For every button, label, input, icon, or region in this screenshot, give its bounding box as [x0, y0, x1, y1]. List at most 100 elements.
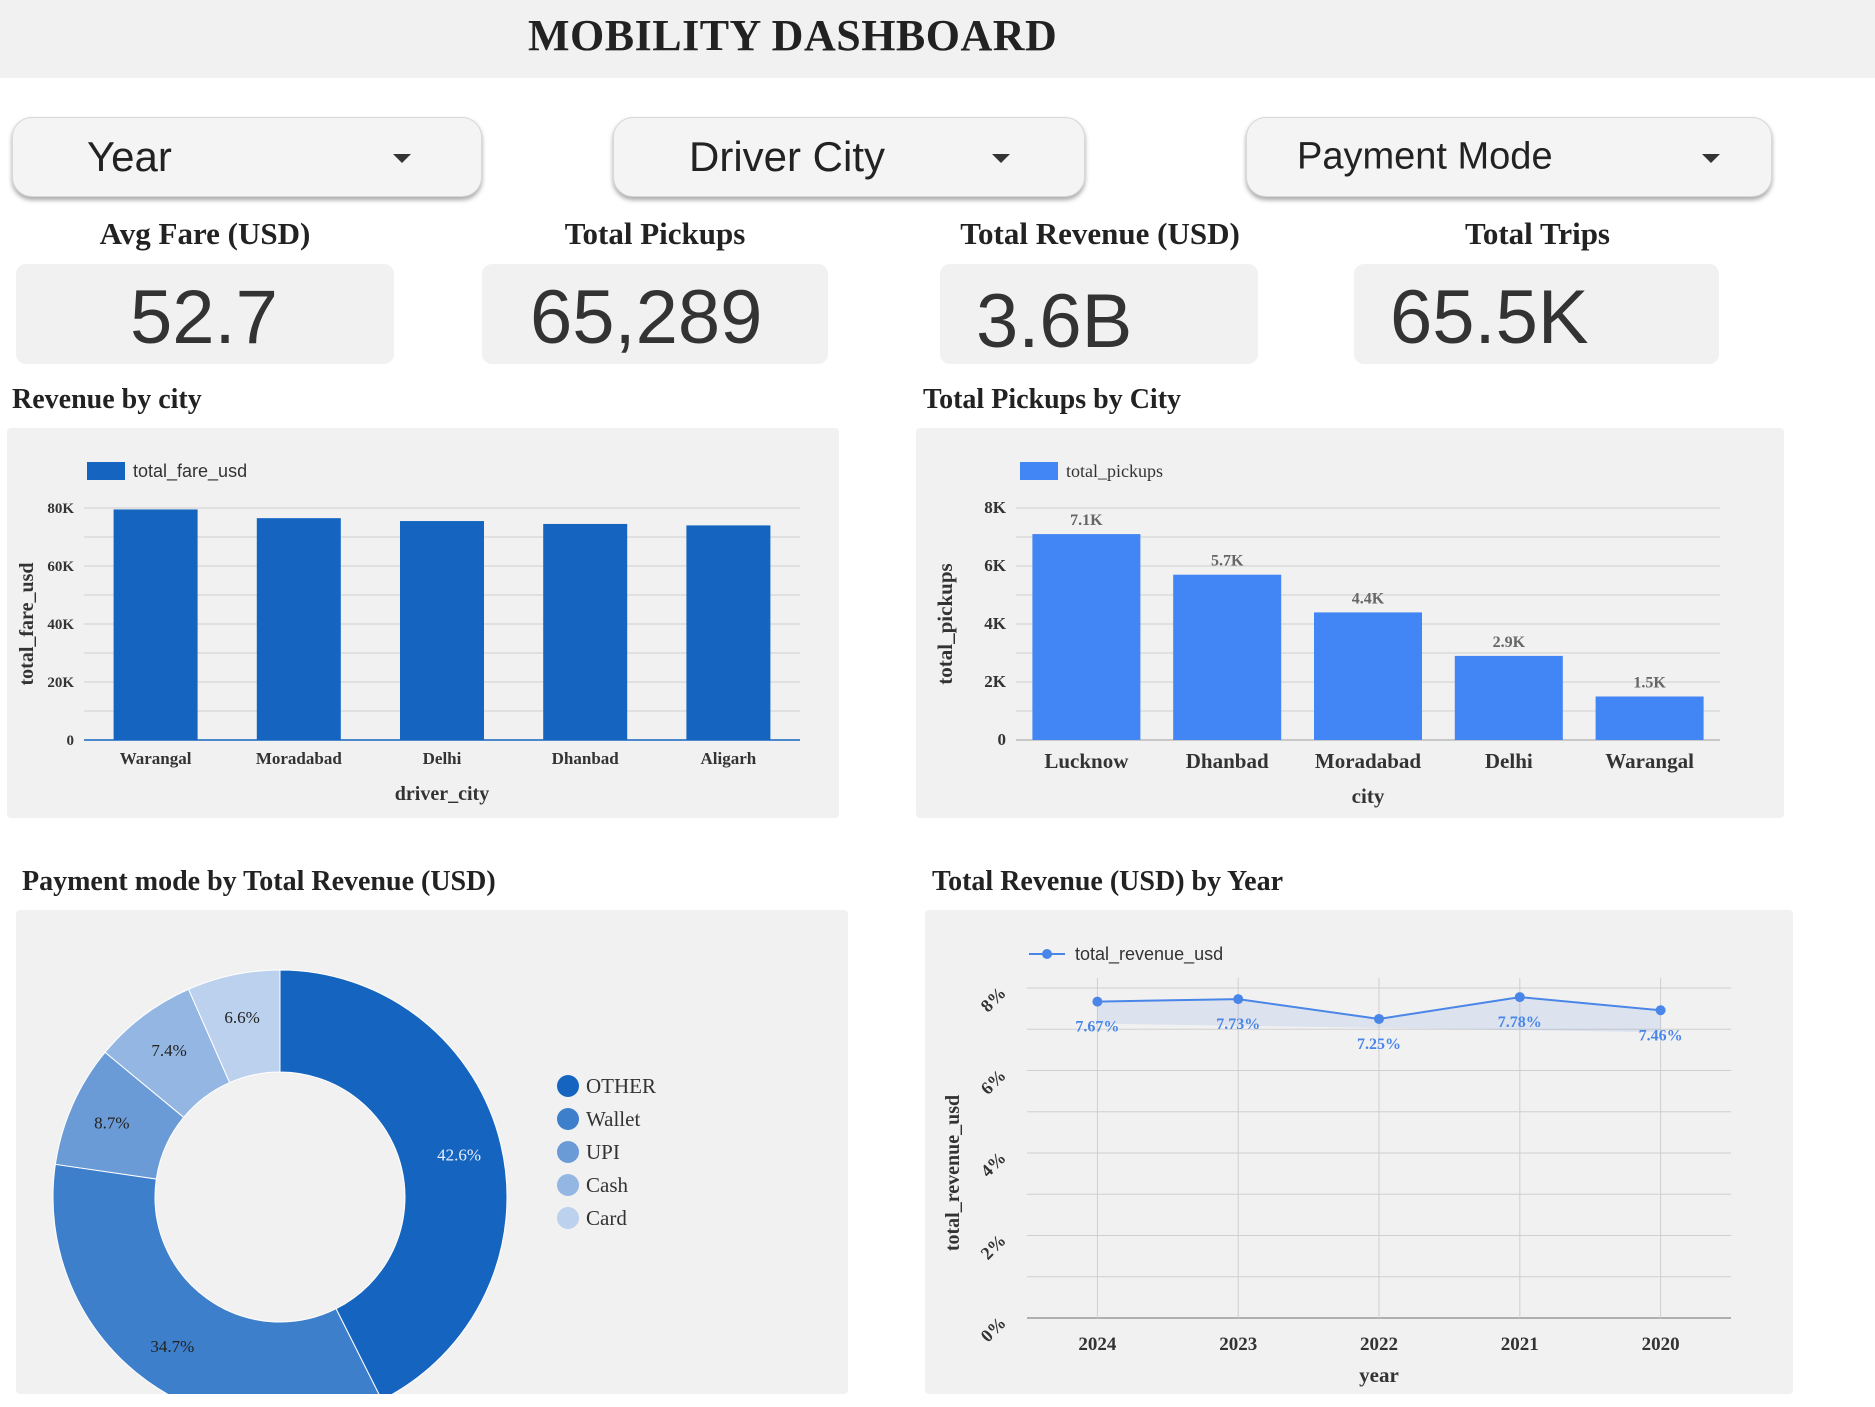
data-label: 1.5K: [1633, 675, 1666, 692]
legend-dot: [557, 1141, 579, 1163]
data-label: 5.7K: [1211, 553, 1244, 570]
bar-moradabad: [256, 518, 341, 740]
kpi-card-total-revenue: 3.6B: [940, 264, 1258, 364]
year-filter-dropdown[interactable]: Year: [12, 117, 482, 197]
x-tick-label: Warangal: [1605, 749, 1694, 773]
legend-dot: [557, 1108, 579, 1130]
payment-mode-svg: 42.6% 34.7% 8.7% 7.4% 6.6% OTHER Wallet UPI Cash…: [52, 969, 656, 1407]
slice-label: 42.6%: [437, 1146, 481, 1165]
legend-swatch: [1020, 462, 1058, 480]
line-point: [1655, 1005, 1666, 1016]
pickups-by-city-svg: 0 2K 4K 6K 8K Lucknow 7.1K Dhanbad 5.7K Moradabad…: [933, 461, 1720, 808]
x-tick-label: 2021: [1501, 1334, 1539, 1355]
bar-delhi: [1454, 655, 1563, 740]
legend-label: OTHER: [586, 1074, 656, 1098]
x-axis-title: year: [1359, 1363, 1399, 1387]
line-point: [1092, 996, 1103, 1007]
kpi-card-total-trips: 65.5K: [1354, 264, 1719, 364]
legend-label: Cash: [586, 1173, 629, 1197]
pickups-by-city-chart: 0 2K 4K 6K 8K Lucknow 7.1K Dhanbad 5.7K Moradabad…: [916, 428, 1784, 818]
x-tick-label: Dhanbad: [1186, 749, 1269, 773]
payment-mode-title: Payment mode by Total Revenue (USD): [22, 866, 496, 897]
revenue-by-year-chart: 0% 2% 4% 6% 8% 7.67% 2024 7.73% 2023 7.25% 2022 7.7…: [925, 910, 1793, 1394]
x-tick-label: Warangal: [120, 749, 192, 768]
pickups-by-city-title: Total Pickups by City: [923, 384, 1182, 415]
y-tick-label: 4%: [977, 1148, 1010, 1181]
page-title: MOBILITY DASHBOARD: [528, 11, 1058, 60]
line-point: [1374, 1013, 1384, 1024]
legend-label: UPI: [586, 1140, 620, 1164]
kpi-title-total-revenue: Total Revenue (USD): [960, 216, 1240, 251]
legend-dot: [557, 1174, 579, 1196]
revenue-by-city-title: Revenue by city: [12, 384, 202, 415]
kpi-value-total-trips: 65.5K: [1390, 275, 1589, 360]
slice-label: 7.4%: [151, 1041, 186, 1060]
data-label: 7.25%: [1357, 1036, 1401, 1053]
bar-warangal: [1595, 696, 1704, 740]
line-point: [1233, 994, 1244, 1005]
x-tick-label: Moradabad: [1315, 749, 1422, 773]
legend-marker: [1042, 949, 1052, 959]
x-tick-label: 2022: [1360, 1334, 1398, 1355]
y-tick-label: 0: [998, 730, 1007, 749]
revenue-by-year-svg: 0% 2% 4% 6% 8% 7.67% 2024 7.73% 2023 7.25% 2022 7.7…: [942, 944, 1731, 1387]
bar-dhanbad: [543, 523, 628, 740]
kpi-value-total-pickups: 65,289: [530, 275, 763, 360]
y-tick-label: 20K: [47, 675, 74, 691]
y-tick-label: 0: [67, 733, 75, 749]
legend-dot: [557, 1207, 579, 1229]
y-axis-title: total_revenue_usd: [942, 1095, 964, 1251]
dashboard-header: MOBILITY DASHBOARD: [0, 0, 1875, 78]
driver-city-filter-dropdown[interactable]: Driver City: [613, 117, 1085, 197]
y-axis-title: total_pickups: [933, 563, 957, 684]
kpi-value-total-revenue: 3.6B: [976, 279, 1133, 364]
data-label: 7.67%: [1075, 1019, 1119, 1036]
data-label: 7.73%: [1216, 1016, 1260, 1033]
x-tick-label: Delhi: [1485, 749, 1533, 773]
x-tick-label: Aligarh: [701, 749, 757, 768]
y-tick-label: 8K: [984, 498, 1007, 517]
slice-wallet: [52, 1163, 383, 1407]
y-tick-label: 4K: [984, 614, 1007, 633]
payment-mode-filter-dropdown[interactable]: Payment Mode: [1246, 117, 1772, 197]
kpi-title-total-pickups: Total Pickups: [564, 216, 746, 251]
y-tick-label: 6%: [977, 1065, 1010, 1098]
data-label: 2.9K: [1493, 634, 1526, 651]
legend-label: total_revenue_usd: [1075, 944, 1223, 965]
revenue-by-city-svg: 0 20K 40K 60K 80K Warangal Moradabad Delhi Dhanb…: [16, 461, 800, 805]
payment-mode-chart: 42.6% 34.7% 8.7% 7.4% 6.6% OTHER Wallet UPI Cash…: [16, 910, 848, 1407]
bar-warangal: [113, 509, 198, 740]
legend-label: Wallet: [586, 1107, 640, 1131]
chevron-down-icon: [1702, 154, 1720, 163]
x-axis-title: driver_city: [395, 783, 489, 805]
legend-swatch: [87, 462, 125, 480]
legend-label: total_pickups: [1066, 461, 1163, 481]
data-label: 4.4K: [1352, 590, 1385, 607]
legend-label: total_fare_usd: [133, 461, 247, 482]
x-tick-label: 2023: [1219, 1334, 1257, 1355]
y-tick-label: 2K: [984, 672, 1007, 691]
y-tick-label: 6K: [984, 556, 1007, 575]
bar-delhi: [400, 521, 484, 740]
chevron-down-icon: [393, 154, 411, 163]
slice-label: 6.6%: [224, 1008, 259, 1027]
y-tick-label: 8%: [977, 983, 1010, 1016]
data-label: 7.46%: [1639, 1027, 1683, 1044]
bar-moradabad: [1314, 612, 1422, 740]
line-point: [1514, 992, 1525, 1003]
legend-dot: [557, 1075, 579, 1097]
bar-lucknow: [1032, 534, 1141, 740]
kpi-card-total-pickups: 65,289: [482, 264, 828, 364]
data-label: 7.1K: [1070, 512, 1103, 529]
bar-aligarh: [686, 525, 771, 740]
y-axis-title: total_fare_usd: [16, 563, 38, 686]
y-tick-label: 80K: [47, 501, 74, 517]
data-label: 7.78%: [1498, 1014, 1542, 1031]
driver-city-filter-label: Driver City: [689, 133, 885, 180]
y-tick-label: 2%: [977, 1230, 1010, 1263]
x-tick-label: Moradabad: [256, 749, 343, 768]
x-tick-label: 2020: [1642, 1334, 1680, 1355]
payment-mode-filter-label: Payment Mode: [1297, 135, 1553, 178]
y-tick-label: 0%: [977, 1313, 1010, 1346]
x-tick-label: Dhanbad: [552, 749, 620, 768]
